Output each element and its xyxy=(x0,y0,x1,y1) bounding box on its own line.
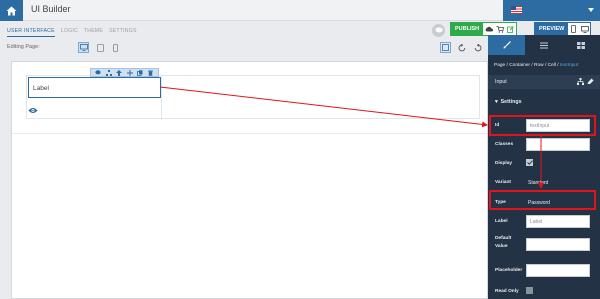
placeholder-label: Placeholder xyxy=(495,268,523,273)
read-only-label: Read Only xyxy=(495,289,519,294)
editing-toolbar: Editing Page: xyxy=(0,41,488,55)
eraser-icon[interactable] xyxy=(587,78,594,85)
display-checkbox[interactable] xyxy=(526,159,533,166)
component-header: Input xyxy=(488,75,600,89)
main-tabs-row: USER INTERFACE LOGIC THEME SETTINGS xyxy=(0,21,488,41)
type-highlight xyxy=(489,190,596,210)
publish-button[interactable]: PUBLISH xyxy=(451,23,484,35)
edit-icon[interactable] xyxy=(505,23,516,35)
tab-logic[interactable]: LOGIC xyxy=(61,28,78,37)
check-icon xyxy=(526,160,533,165)
copy-icon[interactable] xyxy=(137,69,144,76)
cart-icon[interactable] xyxy=(494,23,505,35)
variant-select[interactable]: Standard xyxy=(528,180,548,186)
tab-settings[interactable]: SETTINGS xyxy=(109,28,137,37)
component-name: Input xyxy=(495,79,507,85)
undo-icon[interactable] xyxy=(456,42,467,53)
hierarchy-icon[interactable] xyxy=(105,69,112,76)
caret-down-icon: ▾ xyxy=(495,99,498,105)
arrow-up-icon[interactable] xyxy=(116,69,123,76)
tab-user-interface[interactable]: USER INTERFACE xyxy=(7,28,55,37)
move-icon[interactable] xyxy=(126,69,133,76)
canvas-divider xyxy=(12,133,487,134)
redo-icon[interactable] xyxy=(472,42,483,53)
brush-icon xyxy=(503,41,511,49)
editing-page-label: Editing Page: xyxy=(7,44,40,50)
breadcrumb-item-current: textInput xyxy=(559,63,579,68)
classes-field[interactable] xyxy=(526,138,590,151)
label-field[interactable]: Label xyxy=(526,215,590,228)
breadcrumb: Page / Container / Row / Cell / textInpu… xyxy=(494,63,578,68)
tablet-view-icon[interactable] xyxy=(95,42,106,53)
cloud-upload-icon[interactable] xyxy=(483,23,494,35)
select-mode-icon[interactable] xyxy=(440,42,451,53)
panel-tabs xyxy=(488,35,600,55)
grid-icon xyxy=(577,41,586,49)
settings-heading: Settings xyxy=(500,99,522,105)
input-label: Label xyxy=(33,85,49,92)
breadcrumb-item-container[interactable]: Container xyxy=(509,63,530,68)
display-label: Display xyxy=(495,161,513,166)
layout-tab[interactable] xyxy=(563,35,600,55)
label-label: Label xyxy=(495,219,508,224)
component-toolbar xyxy=(90,68,159,77)
top-bar: UI Builder xyxy=(0,0,600,21)
desktop-view-icon[interactable] xyxy=(78,42,89,53)
chat-icon[interactable] xyxy=(95,69,102,76)
eye-icon[interactable] xyxy=(28,107,38,114)
variant-label: Variant xyxy=(495,180,511,185)
breadcrumb-item-row[interactable]: Row xyxy=(534,63,544,68)
properties-panel: Page / Container / Row / Cell / textInpu… xyxy=(488,35,600,299)
preview-button[interactable]: PREVIEW xyxy=(535,23,569,35)
default-value-label-line2: Value xyxy=(495,244,508,249)
menu-icon xyxy=(539,42,548,48)
home-icon xyxy=(6,6,17,15)
read-only-checkbox[interactable] xyxy=(526,287,533,294)
page-canvas[interactable]: Label xyxy=(11,61,488,299)
mobile-preview-icon[interactable] xyxy=(568,23,579,35)
caret-down-icon xyxy=(588,8,594,12)
menu-tab[interactable] xyxy=(525,35,562,55)
us-flag-icon xyxy=(511,6,522,14)
style-tab[interactable] xyxy=(488,35,526,55)
id-highlight xyxy=(489,115,596,136)
default-value-field[interactable] xyxy=(526,238,590,251)
selected-text-input[interactable]: Label xyxy=(28,77,161,98)
main-tabs: USER INTERFACE LOGIC THEME SETTINGS xyxy=(7,28,137,37)
classes-label: Classes xyxy=(495,142,514,147)
default-value-label: Default xyxy=(495,236,512,241)
trash-icon[interactable] xyxy=(147,69,154,76)
hierarchy-icon[interactable] xyxy=(577,78,584,85)
preview-group: PREVIEW xyxy=(534,22,592,36)
app-title: UI Builder xyxy=(31,4,71,14)
publish-group: PUBLISH xyxy=(450,22,518,36)
breadcrumb-item-page[interactable]: Page xyxy=(494,63,505,68)
language-selector[interactable] xyxy=(503,0,600,21)
component-actions xyxy=(577,78,594,85)
home-button[interactable] xyxy=(0,0,23,21)
placeholder-field[interactable] xyxy=(526,264,590,277)
chat-icon xyxy=(435,27,442,33)
desktop-preview-icon[interactable] xyxy=(579,23,590,35)
settings-section-header[interactable]: ▾ Settings xyxy=(495,99,522,105)
breadcrumb-item-cell[interactable]: Cell xyxy=(548,63,556,68)
tab-theme[interactable]: THEME xyxy=(84,28,103,37)
mobile-view-icon[interactable] xyxy=(110,42,121,53)
chat-button[interactable] xyxy=(432,24,445,37)
